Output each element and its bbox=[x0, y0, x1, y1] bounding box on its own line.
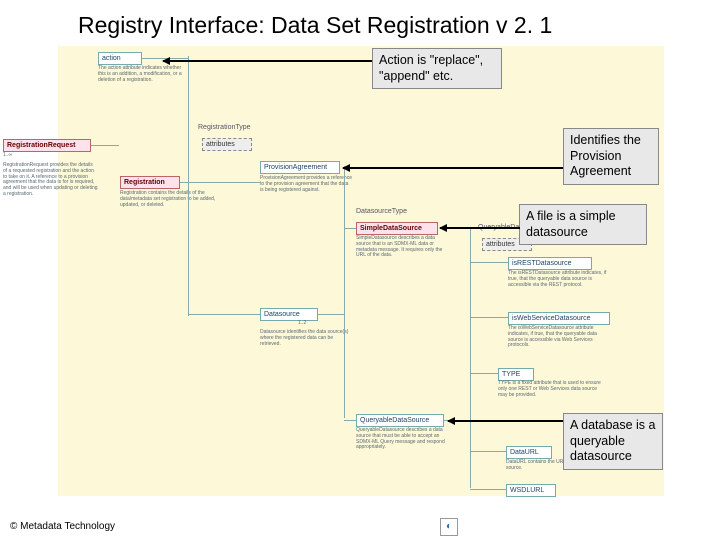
callout-file: A file is a simple datasource bbox=[519, 204, 647, 245]
arrow-action bbox=[163, 60, 372, 62]
node-registration-request: RegistrationRequest bbox=[3, 139, 91, 152]
node-registration: Registration bbox=[120, 176, 180, 189]
desc-queryable-datasource: QueryableDatasource describes a data sou… bbox=[356, 428, 456, 451]
desc-simple-datasource: SimpleDatasource describes a data source… bbox=[356, 236, 451, 259]
node-ws: isWebServiceDatasource bbox=[508, 312, 610, 325]
desc-provision-agreement: ProvisionAgreement provides a reference … bbox=[260, 176, 352, 193]
arrow-provision bbox=[343, 167, 563, 169]
card-datasource: 1..2 bbox=[298, 321, 388, 327]
page-title: Registry Interface: Data Set Registratio… bbox=[78, 12, 552, 39]
label-registration-type: RegistrationType bbox=[198, 124, 251, 131]
card-registration-request: 1..∞ bbox=[3, 153, 93, 159]
callout-provision: Identifies the Provision Agreement bbox=[563, 128, 659, 185]
node-simple-datasource: SimpleDataSource bbox=[356, 222, 438, 235]
arrow-database bbox=[448, 420, 563, 422]
arrow-file bbox=[440, 227, 520, 229]
label-datasource-type: DatasourceType bbox=[356, 208, 407, 215]
node-datasource: Datasource bbox=[260, 308, 318, 321]
footer-logo-icon: ◐ bbox=[440, 518, 458, 536]
node-attributes: attributes bbox=[202, 138, 252, 151]
desc-rest: The isRESTDatasource attribute indicates… bbox=[508, 271, 610, 288]
callout-action: Action is "replace", "append" etc. bbox=[372, 48, 502, 89]
desc-type: TYPE is a fixed attribute that is used t… bbox=[498, 381, 603, 398]
desc-registration: Registration contains the details of the… bbox=[120, 191, 220, 208]
desc-action: The action attribute indicates whether t… bbox=[98, 66, 190, 83]
node-wsdlurl: WSDLURL bbox=[506, 484, 556, 497]
desc-datasource: Datasource identifies the data source(s)… bbox=[260, 330, 352, 347]
node-rest: isRESTDatasource bbox=[508, 257, 592, 270]
desc-ws: The isWebServiceDatasource attribute ind… bbox=[508, 326, 613, 349]
node-queryable-datasource: QueryableDataSource bbox=[356, 414, 444, 427]
node-action: action bbox=[98, 52, 142, 65]
node-provision-agreement: ProvisionAgreement bbox=[260, 161, 340, 174]
callout-database: A database is a queryable datasource bbox=[563, 413, 663, 470]
desc-registration-request: RegistrationRequest provides the details… bbox=[3, 163, 98, 198]
node-dataurl: DataURL bbox=[506, 446, 552, 459]
footer-copyright: © Metadata Technology bbox=[10, 521, 115, 532]
